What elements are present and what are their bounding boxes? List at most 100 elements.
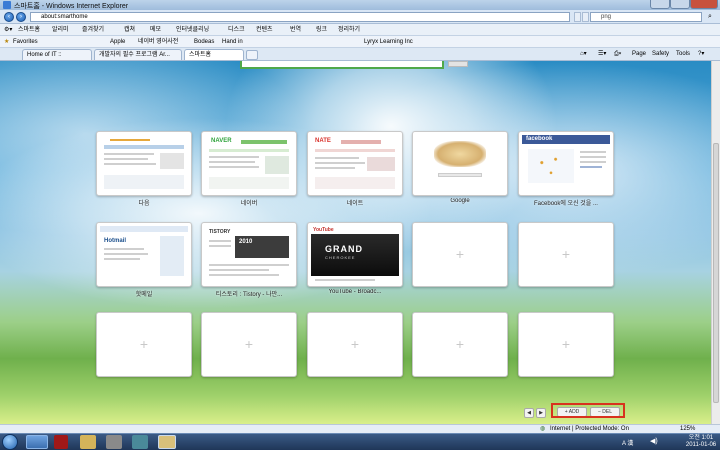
- youtube-logo: YouTube: [313, 227, 334, 233]
- clock-date: 2011-01-06: [685, 442, 717, 448]
- toolbar-item-memo[interactable]: 메모: [150, 26, 161, 34]
- search-input[interactable]: png: [590, 12, 702, 22]
- explorer-taskbar-icon[interactable]: [158, 435, 176, 449]
- toolbar-item-translate[interactable]: 번역: [290, 26, 301, 34]
- start-button[interactable]: [2, 434, 18, 450]
- clock[interactable]: 오전 1:01 2011-01-06: [684, 435, 718, 449]
- globe-icon: ◍: [540, 426, 546, 432]
- minimize-button[interactable]: [650, 0, 670, 9]
- stop-button[interactable]: [582, 12, 589, 22]
- vertical-scrollbar[interactable]: [711, 61, 720, 424]
- tile-empty-5[interactable]: +: [307, 312, 403, 377]
- tistory-logo: TISTORY: [209, 229, 231, 235]
- toolbar-item-favorites[interactable]: 즐겨찾기: [82, 26, 104, 34]
- forward-button[interactable]: ›: [16, 12, 26, 22]
- new-tab-button[interactable]: [246, 50, 258, 60]
- tile-label-youtube: YouTube - Broadc...: [328, 289, 382, 295]
- tab-row: Home of IT :: 개발자의 필수 프로그램 Ar... 스마트홈 ⌂▾…: [0, 48, 720, 61]
- tile-label-tistory: 티스토리 : Tistory - 나만...: [215, 292, 283, 298]
- tile-empty-4[interactable]: +: [201, 312, 297, 377]
- favorite-lyryx[interactable]: Lyryx Learning Inc: [364, 38, 413, 46]
- tile-label-nate: 네이트: [346, 201, 364, 207]
- tools-menu[interactable]: Tools: [676, 50, 690, 58]
- volume-icon[interactable]: ◀): [650, 437, 658, 445]
- favorites-star-icon: ★: [4, 39, 10, 45]
- help-icon[interactable]: ?▾: [698, 50, 704, 58]
- tile-label-naver: 네이버: [240, 201, 258, 207]
- toolbar-item-link[interactable]: 링크: [316, 26, 327, 34]
- tistory-banner-text: 2010: [239, 239, 253, 245]
- next-page-button[interactable]: ▶: [536, 408, 546, 418]
- safety-menu[interactable]: Safety: [652, 50, 669, 58]
- tile-label-facebook: Facebook에 오신 것을 ...: [534, 201, 598, 207]
- tile-naver[interactable]: NAVER: [201, 131, 297, 196]
- banner-button[interactable]: [448, 61, 468, 67]
- feeds-icon[interactable]: ☰▾: [598, 50, 606, 58]
- tile-label-hotmail: 핫메일: [135, 292, 153, 298]
- search-icon[interactable]: ⌕: [704, 12, 716, 22]
- ie-taskbar-icon[interactable]: [26, 435, 48, 449]
- tile-tistory[interactable]: TISTORY 2010: [201, 222, 297, 287]
- add-plus-icon: +: [139, 336, 149, 352]
- tile-empty-3[interactable]: +: [96, 312, 192, 377]
- status-zone: Internet | Protected Mode: On: [550, 426, 629, 432]
- add-plus-icon: +: [244, 336, 254, 352]
- tile-facebook[interactable]: facebook: [518, 131, 614, 196]
- tab-smarthome[interactable]: 스마트홈: [184, 49, 244, 60]
- tile-empty-1[interactable]: +: [412, 222, 508, 287]
- nate-logo: NATE: [315, 138, 331, 144]
- toolbar-menu-icon[interactable]: ⚙▾: [4, 26, 12, 34]
- taskbar: A 漢 ◀) 오전 1:01 2011-01-06: [0, 433, 720, 450]
- tile-empty-2[interactable]: +: [518, 222, 614, 287]
- print-icon[interactable]: ⎙▾: [614, 50, 621, 58]
- folder-taskbar-icon[interactable]: [80, 435, 96, 449]
- tab-developer[interactable]: 개발자의 필수 프로그램 Ar...: [94, 49, 182, 60]
- tile-empty-6[interactable]: +: [412, 312, 508, 377]
- tool-taskbar-icon[interactable]: [106, 435, 122, 449]
- back-button[interactable]: ‹: [4, 12, 14, 22]
- highlight-box: [551, 403, 625, 418]
- page-menu[interactable]: Page: [632, 50, 646, 58]
- tile-google[interactable]: [412, 131, 508, 196]
- toolbar-item-smarthome[interactable]: 스마트홈: [18, 26, 40, 34]
- close-button[interactable]: [690, 0, 718, 9]
- favorite-apple[interactable]: Apple: [110, 38, 125, 46]
- refresh-button[interactable]: [574, 12, 581, 22]
- favorites-button[interactable]: Favorites: [13, 38, 38, 46]
- address-bar[interactable]: about:smarthome: [30, 12, 570, 22]
- toolbar-item-alimi[interactable]: 알리미: [52, 26, 69, 34]
- messenger-taskbar-icon[interactable]: [132, 435, 148, 449]
- prev-page-button[interactable]: ◀: [524, 408, 534, 418]
- tab-home-of-it[interactable]: Home of IT ::: [22, 49, 92, 60]
- favorite-hand-in[interactable]: Hand in: [222, 38, 243, 46]
- favorite-naver-dict[interactable]: 네이버 영어사전: [138, 38, 178, 46]
- facebook-logo: facebook: [526, 136, 553, 142]
- thumbnail-tistory: TISTORY 2010: [205, 226, 293, 284]
- toolbar-item-organize[interactable]: 정리하기: [338, 26, 360, 34]
- thumbnail-youtube: YouTube GRAND CHEROKEE: [311, 226, 399, 284]
- tray-ime[interactable]: A 漢: [622, 438, 633, 447]
- maximize-button[interactable]: [670, 0, 690, 9]
- tile-hotmail[interactable]: Hotmail: [96, 222, 192, 287]
- address-row: ‹ › about:smarthome png ⌕: [0, 10, 720, 24]
- youtube-ad-subtitle: CHEROKEE: [325, 255, 356, 260]
- toolbar-item-cleaning[interactable]: 인터넷클리닝: [176, 26, 209, 34]
- tile-youtube[interactable]: YouTube GRAND CHEROKEE: [307, 222, 403, 287]
- tile-daum[interactable]: [96, 131, 192, 196]
- toolbar-item-capture[interactable]: 캡쳐: [124, 26, 135, 34]
- thumbnail-daum: [100, 135, 188, 193]
- zoom-level[interactable]: 125%: [680, 425, 695, 433]
- favorite-bodeas[interactable]: Bodeas: [194, 38, 214, 46]
- toolbar-item-disk[interactable]: 디스크: [228, 26, 245, 34]
- home-icon[interactable]: ⌂▾: [580, 50, 587, 58]
- add-plus-icon: +: [561, 246, 571, 262]
- tile-empty-7[interactable]: +: [518, 312, 614, 377]
- smarthome-page: NAVER NATE facebook 다음 네이버 네이트 Google Fa…: [0, 61, 711, 424]
- tile-nate[interactable]: NATE: [307, 131, 403, 196]
- youtube-ad-title: GRAND: [325, 244, 363, 254]
- thumbnail-facebook: facebook: [522, 135, 610, 193]
- app-taskbar-icon[interactable]: [54, 435, 68, 449]
- scrollbar-thumb[interactable]: [713, 143, 719, 403]
- thumbnail-google: [416, 135, 504, 193]
- toolbar-item-contents[interactable]: 컨텐츠: [256, 26, 273, 34]
